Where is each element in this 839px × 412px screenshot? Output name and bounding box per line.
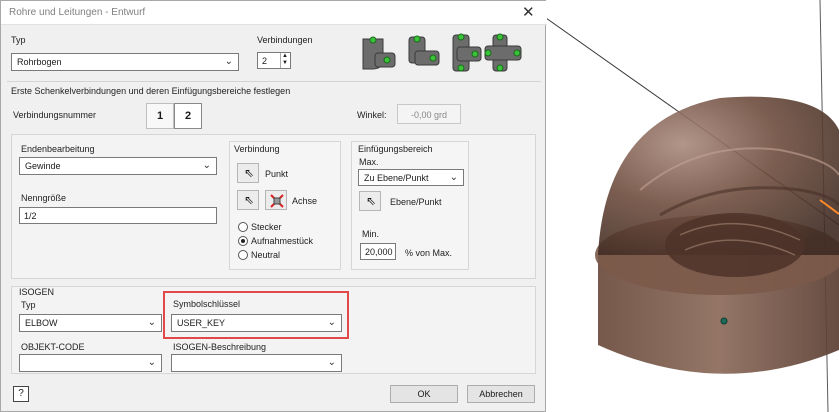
cursor-arrow-icon: ⇖: [244, 193, 255, 207]
ebene-select-button[interactable]: ⇖: [359, 191, 381, 211]
nenngroesse-label: Nenngröße: [21, 193, 67, 203]
achse-select-button[interactable]: [265, 190, 287, 210]
connection-button-2[interactable]: 2: [174, 103, 202, 129]
fitting-preview-icon: [362, 33, 522, 72]
beschreibung-label: ISOGEN-Beschreibung: [173, 342, 267, 352]
separator: [7, 81, 541, 82]
winkel-label: Winkel:: [357, 110, 387, 120]
achse-label: Achse: [292, 196, 318, 206]
chevron-down-icon: ⌄: [327, 317, 336, 328]
title-bar: Rohre und Leitungen - Entwurf ✕: [1, 1, 547, 25]
dialog-window: Rohre und Leitungen - Entwurf ✕ Typ Rohr…: [0, 0, 547, 412]
radio-stecker-label: Stecker: [251, 222, 282, 232]
typ-select[interactable]: Rohrbogen ⌄: [11, 53, 239, 71]
chevron-down-icon: ⌄: [147, 357, 156, 368]
nenngroesse-field[interactable]: 1/2: [19, 207, 217, 224]
close-icon[interactable]: ✕: [522, 3, 535, 21]
radio-stecker[interactable]: [238, 222, 248, 232]
help-icon[interactable]: ?: [13, 386, 29, 402]
verbindungen-label: Verbindungen: [257, 35, 313, 45]
verbindung-title: Verbindung: [234, 144, 280, 154]
symbol-value: USER_KEY: [177, 318, 226, 328]
chevron-down-icon: ⌄: [449, 172, 458, 183]
verbindungsnummer-label: Verbindungsnummer: [13, 110, 97, 120]
window-title: Rohre und Leitungen - Entwurf: [9, 7, 146, 18]
objekt-label: OBJEKT-CODE: [21, 342, 85, 352]
punkt-label: Punkt: [265, 169, 289, 179]
typ-value: Rohrbogen: [17, 57, 62, 67]
endenbearbeitung-select[interactable]: Gewinde ⌄: [19, 157, 217, 175]
max-value: Zu Ebene/Punkt: [364, 173, 429, 183]
model-viewport: [546, 0, 839, 412]
connection-point: [720, 317, 728, 325]
connection-button-1[interactable]: 1: [146, 103, 174, 129]
max-select[interactable]: Zu Ebene/Punkt ⌄: [358, 169, 464, 186]
punkt-select-button[interactable]: ⇖: [237, 163, 259, 183]
cancel-button[interactable]: Abbrechen: [467, 385, 535, 403]
achse-cursor-button[interactable]: ⇖: [237, 190, 259, 210]
chevron-down-icon: ⌄: [202, 160, 211, 171]
chevron-down-icon: ⌄: [327, 357, 336, 368]
max-label: Max.: [359, 157, 379, 167]
isogen-title: ISOGEN: [19, 287, 55, 297]
verbindungen-value: 2: [262, 56, 268, 66]
endenbearbeitung-value: Gewinde: [25, 161, 61, 171]
isogen-typ-label: Typ: [21, 300, 36, 310]
typ-label: Typ: [11, 35, 26, 45]
winkel-field[interactable]: -0,00 grd: [397, 104, 461, 124]
spin-arrows-icon[interactable]: ▲ ▼: [280, 53, 289, 68]
symbol-select[interactable]: USER_KEY ⌄: [171, 314, 342, 332]
section-header: Erste Schenkelverbindungen und deren Ein…: [11, 86, 291, 96]
radio-aufnahmestueck[interactable]: [238, 236, 248, 246]
objekt-select[interactable]: ⌄: [19, 354, 162, 372]
cursor-arrow-icon: ⇖: [244, 166, 255, 180]
radio-aufnahmestueck-label: Aufnahmestück: [251, 236, 314, 246]
isogen-typ-select[interactable]: ELBOW ⌄: [19, 314, 162, 332]
symbol-label: Symbolschlüssel: [173, 299, 241, 309]
ebene-label: Ebene/Punkt: [390, 197, 442, 207]
radio-neutral-label: Neutral: [251, 250, 281, 260]
isogen-typ-value: ELBOW: [25, 318, 58, 328]
chevron-down-icon: ⌄: [224, 56, 233, 67]
axis-select-icon: [270, 194, 284, 208]
chevron-down-icon: ⌄: [147, 317, 156, 328]
radio-neutral[interactable]: [238, 250, 248, 260]
beschreibung-select[interactable]: ⌄: [171, 354, 342, 372]
verbindungen-stepper[interactable]: 2 ▲ ▼: [257, 52, 291, 69]
endenbearbeitung-label: Endenbearbeitung: [21, 144, 95, 154]
cursor-arrow-icon: ⇖: [366, 194, 377, 208]
min-unit: % von Max.: [405, 248, 453, 258]
min-field[interactable]: 20,000: [360, 243, 396, 260]
ok-button[interactable]: OK: [390, 385, 458, 403]
min-label: Min.: [362, 229, 380, 239]
einfuegung-title: Einfügungsbereich: [358, 144, 433, 154]
